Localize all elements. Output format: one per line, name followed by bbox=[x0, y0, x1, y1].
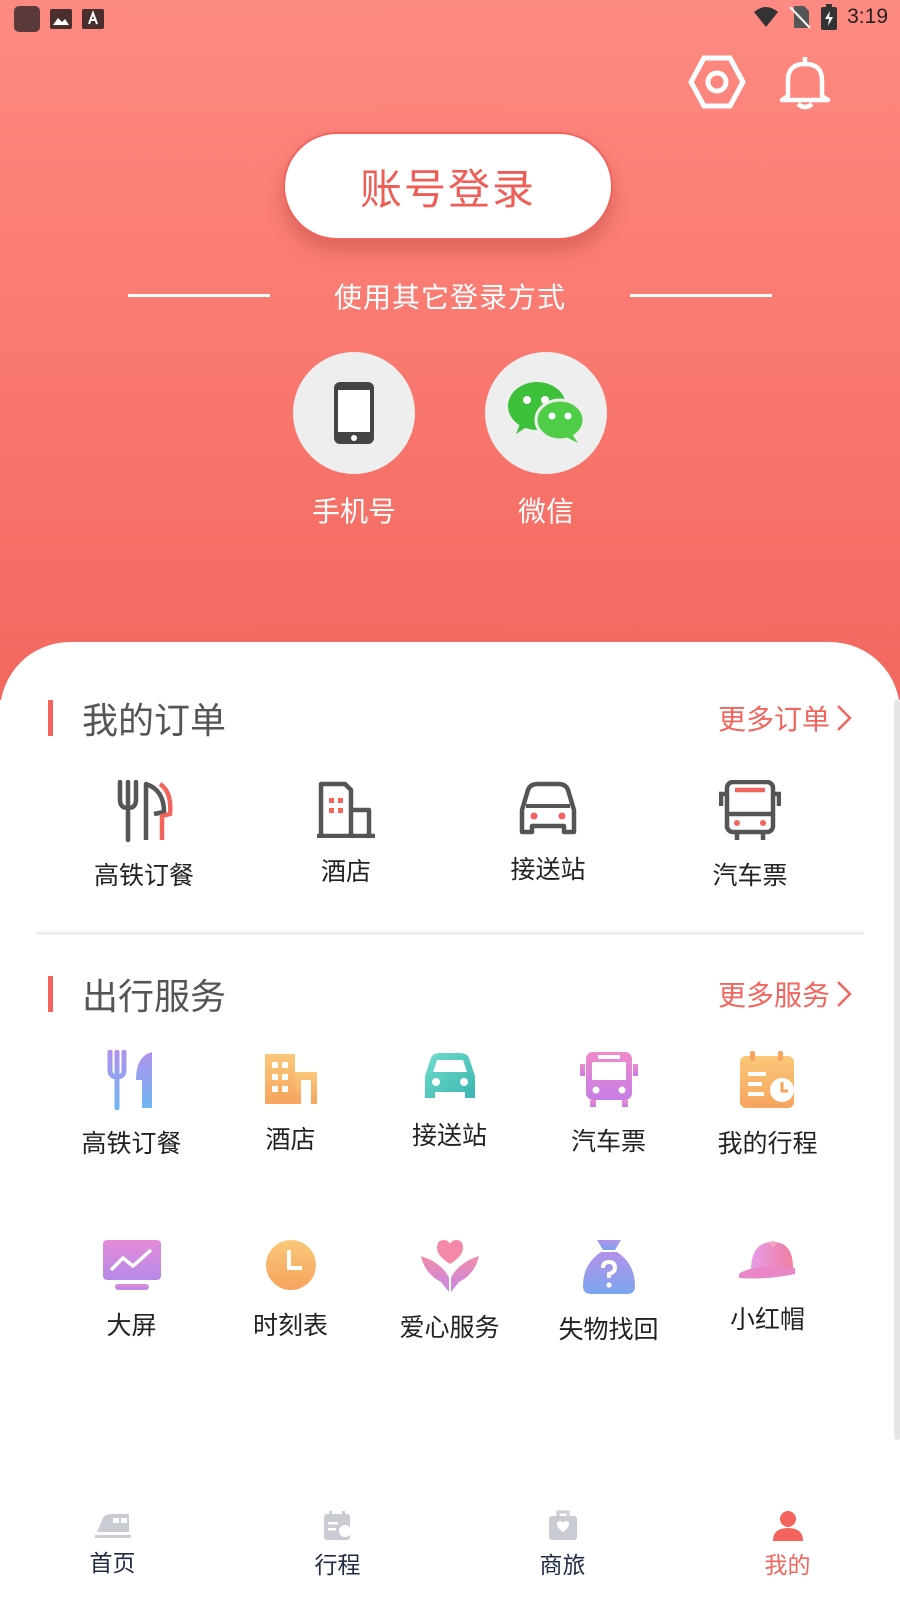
tab-home[interactable]: 首页 bbox=[0, 1510, 225, 1578]
bus-icon bbox=[579, 1052, 638, 1107]
status-system: 3:19 bbox=[753, 4, 888, 30]
tab-home-label: 首页 bbox=[89, 1551, 136, 1577]
divider-line-right bbox=[630, 294, 772, 297]
section-accent-bar bbox=[48, 976, 53, 1012]
service-train-meal-label: 高铁订餐 bbox=[81, 1129, 182, 1158]
fork-knife-icon bbox=[107, 1050, 152, 1110]
user-icon bbox=[772, 1511, 803, 1541]
order-train-meal-label: 高铁订餐 bbox=[93, 861, 194, 890]
more-orders-link[interactable]: 更多订单 bbox=[718, 698, 852, 738]
suitcase-icon bbox=[548, 1510, 577, 1540]
service-timetable[interactable]: 时刻表 bbox=[211, 1238, 370, 1342]
phone-login-button[interactable]: 手机号 bbox=[293, 352, 415, 530]
tab-mine-label: 我的 bbox=[764, 1553, 811, 1579]
wechat-login-label: 微信 bbox=[517, 495, 574, 528]
itinerary-icon bbox=[323, 1511, 351, 1540]
service-timetable-label: 时刻表 bbox=[252, 1311, 328, 1340]
service-bus-ticket-label: 汽车票 bbox=[570, 1127, 646, 1156]
service-hotel-label: 酒店 bbox=[265, 1125, 316, 1154]
order-transfer-label: 接送站 bbox=[510, 855, 586, 884]
service-caring-label: 爱心服务 bbox=[399, 1313, 500, 1342]
more-orders-label: 更多订单 bbox=[717, 703, 830, 736]
wechat-login-circle bbox=[485, 352, 607, 474]
order-bus-ticket-label: 汽车票 bbox=[712, 861, 788, 890]
service-lost-found-label: 失物找回 bbox=[558, 1315, 659, 1344]
order-train-meal[interactable]: 高铁订餐 bbox=[54, 780, 234, 892]
status-time: 3:19 bbox=[847, 5, 888, 28]
other-login-divider: 使用其它登录方式 bbox=[128, 270, 772, 318]
bottom-tab-bar: 首页 行程 商旅 我的 bbox=[0, 1500, 900, 1600]
bell-icon[interactable] bbox=[776, 54, 834, 110]
tab-business-travel[interactable]: 商旅 bbox=[450, 1510, 675, 1580]
no-sim-icon bbox=[789, 6, 811, 29]
service-big-screen[interactable]: 大屏 bbox=[52, 1238, 211, 1342]
fork-knife-icon bbox=[117, 780, 173, 842]
app-notification-icon bbox=[14, 6, 40, 32]
more-services-link[interactable]: 更多服务 bbox=[718, 974, 852, 1014]
wifi-icon bbox=[754, 7, 779, 27]
phone-login-label: 手机号 bbox=[311, 495, 396, 528]
section-accent-bar bbox=[48, 700, 53, 736]
order-transfer[interactable]: 接送站 bbox=[458, 780, 638, 886]
orders-section-header: 我的订单 更多订单 bbox=[0, 690, 900, 742]
service-red-cap-label: 小红帽 bbox=[729, 1305, 805, 1334]
service-caring[interactable]: 爱心服务 bbox=[370, 1238, 529, 1344]
tab-itinerary-label: 行程 bbox=[314, 1553, 361, 1579]
text-notification-icon bbox=[82, 9, 104, 29]
orders-grid: 高铁订餐 酒店 接送站 汽车票 bbox=[0, 780, 900, 900]
chevron-right-icon bbox=[837, 981, 852, 1007]
order-bus-ticket[interactable]: 汽车票 bbox=[660, 780, 840, 892]
order-hotel[interactable]: 酒店 bbox=[256, 780, 436, 888]
settings-hex-icon[interactable] bbox=[688, 54, 746, 110]
car-icon bbox=[424, 1053, 475, 1098]
chevron-right-icon bbox=[837, 705, 852, 731]
scrollbar[interactable] bbox=[894, 700, 900, 1440]
status-notifications bbox=[14, 6, 104, 32]
order-hotel-label: 酒店 bbox=[320, 857, 371, 886]
header-actions bbox=[688, 54, 834, 110]
status-bar: 3:19 bbox=[0, 0, 900, 36]
section-divider bbox=[36, 932, 864, 935]
lost-found-bag-icon bbox=[582, 1240, 635, 1294]
phone-icon bbox=[334, 382, 374, 444]
battery-charging-icon bbox=[821, 4, 838, 30]
clock-icon bbox=[265, 1240, 316, 1290]
service-lost-found[interactable]: 失物找回 bbox=[529, 1238, 688, 1346]
services-title: 出行服务 bbox=[82, 977, 227, 1018]
service-hotel[interactable]: 酒店 bbox=[211, 1050, 370, 1156]
service-red-cap[interactable]: 小红帽 bbox=[688, 1238, 847, 1336]
wechat-login-button[interactable]: 微信 bbox=[485, 352, 607, 530]
itinerary-icon bbox=[739, 1051, 794, 1108]
car-icon bbox=[519, 781, 577, 835]
wechat-icon bbox=[508, 382, 586, 443]
tab-itinerary[interactable]: 行程 bbox=[225, 1510, 450, 1580]
service-transfer[interactable]: 接送站 bbox=[370, 1050, 529, 1152]
phone-login-circle bbox=[293, 352, 415, 474]
tab-mine[interactable]: 我的 bbox=[675, 1510, 900, 1580]
image-notification-icon bbox=[50, 9, 72, 29]
bus-icon bbox=[719, 780, 781, 840]
red-cap-icon bbox=[738, 1241, 795, 1279]
train-icon bbox=[94, 1514, 131, 1538]
account-login-button[interactable]: 账号登录 bbox=[283, 132, 613, 240]
hotel-icon bbox=[317, 781, 375, 838]
tab-business-travel-label: 商旅 bbox=[539, 1553, 586, 1579]
orders-title: 我的订单 bbox=[82, 701, 227, 742]
service-bus-ticket[interactable]: 汽车票 bbox=[529, 1050, 688, 1158]
more-services-label: 更多服务 bbox=[717, 979, 830, 1012]
service-train-meal[interactable]: 高铁订餐 bbox=[52, 1050, 211, 1160]
service-my-itinerary[interactable]: 我的行程 bbox=[688, 1050, 847, 1160]
service-my-itinerary-label: 我的行程 bbox=[717, 1129, 818, 1158]
service-big-screen-label: 大屏 bbox=[106, 1311, 157, 1340]
hotel-icon bbox=[264, 1054, 317, 1104]
service-transfer-label: 接送站 bbox=[411, 1121, 487, 1150]
monitor-icon bbox=[102, 1240, 161, 1290]
heart-hands-icon bbox=[420, 1240, 479, 1292]
services-section-header: 出行服务 更多服务 bbox=[0, 966, 900, 1018]
